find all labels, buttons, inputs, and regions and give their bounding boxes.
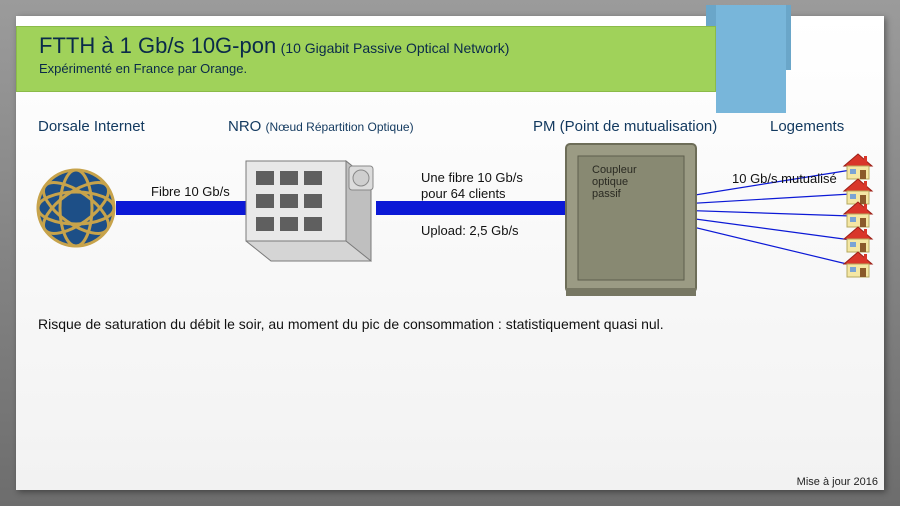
link-nro-pm [376,201,576,215]
internet-globe-icon [36,170,117,246]
label-upload: Upload: 2,5 Gb/s [421,223,519,238]
label-shared: 10 Gb/s mutualisé [732,171,837,186]
nro-building-icon [246,161,373,261]
label-fiber64-b: pour 64 clients [421,186,506,201]
link-backbone-nro [116,201,256,215]
label-coupler-b: optique [592,176,637,188]
risk-note: Risque de saturation du débit le soir, a… [38,316,664,332]
label-coupler-a: Coupleur [592,164,637,176]
label-coupler: Coupleur optique passif [592,164,637,200]
label-fiber10: Fibre 10 Gb/s [151,184,230,199]
label-coupler-c: passif [592,188,637,200]
houses-group [844,154,872,277]
label-fiber64-a: Une fibre 10 Gb/s [421,170,523,185]
footer-updated: Mise à jour 2016 [797,476,878,488]
diagram-canvas [16,16,884,490]
